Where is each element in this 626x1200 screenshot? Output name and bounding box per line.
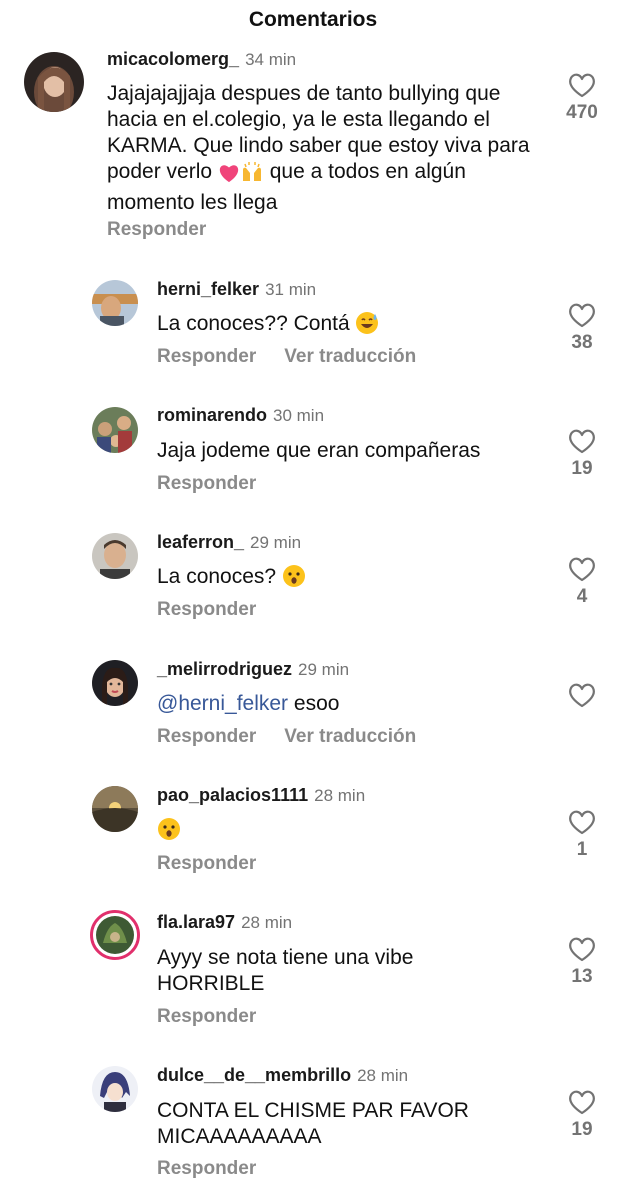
like-count: 4 [576, 586, 588, 607]
reply-button[interactable]: Responder [157, 1006, 256, 1028]
reply-button[interactable]: Responder [107, 219, 206, 241]
reply-button[interactable]: Responder [157, 473, 256, 495]
avatar[interactable] [92, 1066, 138, 1112]
comment-username[interactable]: fla.lara97 [157, 912, 235, 933]
comment-text: Jaja jodeme que eran compañeras [157, 439, 481, 462]
comment-username[interactable]: leaferron_ [157, 532, 244, 553]
avatar[interactable] [92, 786, 138, 832]
comment-username[interactable]: _melirrodriguez [157, 659, 292, 680]
heart-outline-icon [569, 303, 595, 328]
surprised-face-emoji-icon [157, 817, 181, 848]
comment-time: 29 min [298, 660, 350, 679]
raising-hands-emoji-icon [240, 161, 264, 190]
grinning-sweat-emoji-icon [355, 311, 379, 342]
comment-text: esoo [293, 692, 340, 715]
comment-time: 28 min [357, 1066, 409, 1085]
like-button[interactable]: 470 [562, 72, 602, 124]
comment-time: 31 min [265, 280, 317, 299]
comment-username[interactable]: rominarendo [157, 405, 267, 426]
comment-username[interactable]: dulce__de__membrillo [157, 1065, 351, 1086]
like-count: 1 [576, 839, 588, 860]
reply-button[interactable]: Responder [157, 346, 256, 368]
comment-time: 29 min [250, 533, 302, 552]
reply-button[interactable]: Responder [157, 726, 256, 748]
heart-outline-icon [569, 810, 595, 835]
like-count: 38 [571, 332, 593, 353]
comment-text: La conoces? [157, 565, 277, 588]
avatar[interactable] [92, 533, 138, 579]
comment-username[interactable]: pao_palacios1111 [157, 785, 308, 806]
header-title: Comentarios [248, 8, 378, 31]
comment-text: Ayyy se nota tiene una vibe HORRIBLE [157, 946, 414, 995]
comment-time: 28 min [241, 913, 293, 932]
like-count: 13 [571, 966, 593, 987]
comment-time: 34 min [245, 50, 297, 69]
heart-outline-icon [569, 683, 595, 708]
comment-username[interactable]: herni_felker [157, 279, 259, 300]
like-button[interactable]: 19 [562, 1089, 602, 1141]
comment-username[interactable]: micacolomerg_ [107, 49, 239, 70]
comment-time: 28 min [314, 786, 366, 805]
comment-text: CONTA EL CHISME PAR FAVOR MICAAAAAAAAA [157, 1099, 469, 1148]
comment-mention-link[interactable]: @herni_felker [157, 692, 288, 715]
heart-outline-icon [569, 937, 595, 962]
heart-outline-icon [569, 73, 595, 98]
see-translation-button[interactable]: Ver traducción [284, 346, 416, 368]
like-button[interactable]: 38 [562, 302, 602, 354]
like-count: 19 [571, 458, 593, 479]
comment-time: 30 min [273, 406, 325, 425]
surprised-face-emoji-icon [282, 564, 306, 595]
like-button[interactable]: 4 [562, 556, 602, 608]
reply-button[interactable]: Responder [157, 1158, 256, 1180]
like-count: 19 [571, 1119, 593, 1140]
avatar[interactable] [24, 52, 84, 112]
like-button[interactable]: 19 [562, 428, 602, 480]
heart-outline-icon [569, 429, 595, 454]
heart-outline-icon [569, 1090, 595, 1115]
comment-text: La conoces?? Contá [157, 312, 350, 335]
like-button[interactable]: 1 [562, 809, 602, 861]
like-button[interactable] [562, 682, 602, 712]
heart-emoji-icon [218, 163, 240, 190]
avatar[interactable] [92, 407, 138, 453]
heart-outline-icon [569, 557, 595, 582]
avatar[interactable] [92, 280, 138, 326]
reply-button[interactable]: Responder [157, 853, 256, 875]
avatar[interactable] [92, 660, 138, 706]
like-count: 470 [566, 102, 598, 123]
see-translation-button[interactable]: Ver traducción [284, 726, 416, 748]
like-button[interactable]: 13 [562, 936, 602, 988]
avatar-story-ring[interactable] [90, 910, 140, 960]
reply-button[interactable]: Responder [157, 599, 256, 621]
